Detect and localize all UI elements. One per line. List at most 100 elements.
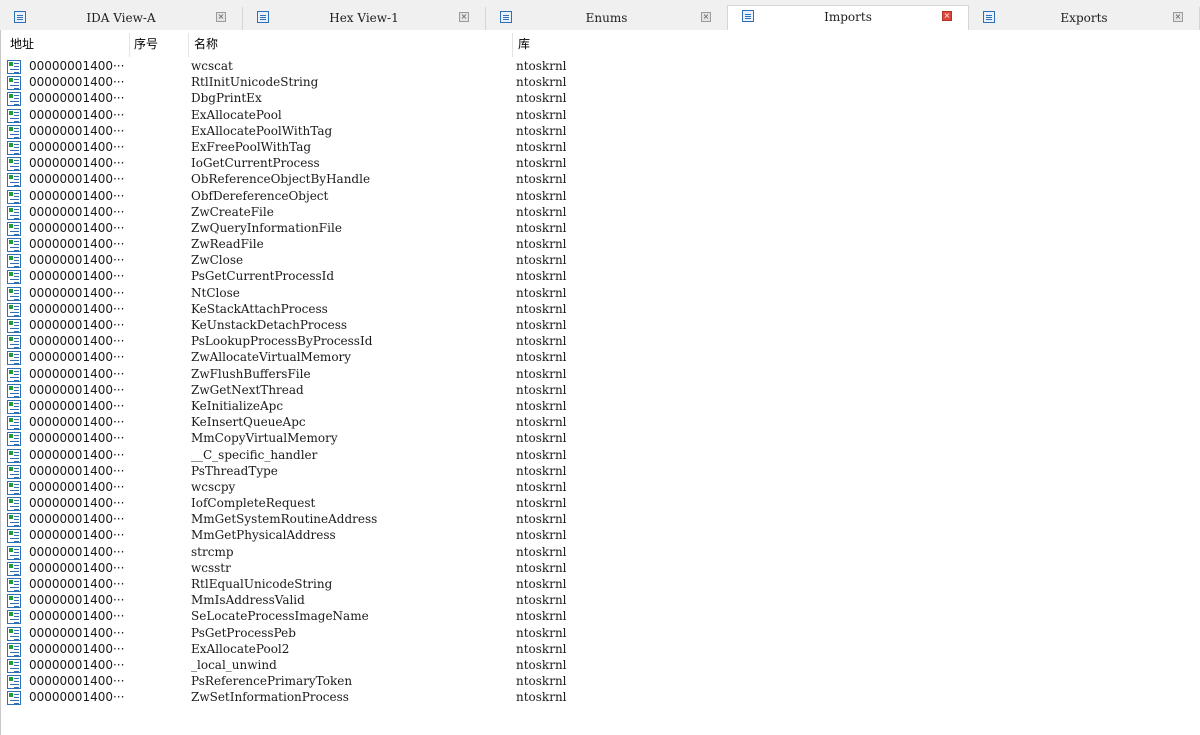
table-row[interactable]: 00000001400··· KeStackAttachProcess ntoskr… — [1, 302, 1200, 318]
import-function-icon — [7, 432, 21, 447]
table-row[interactable]: 00000001400··· MmCopyVirtualMemory ntoskrn… — [1, 431, 1200, 447]
import-library: ntoskrnl — [516, 431, 567, 446]
import-library: ntoskrnl — [516, 415, 567, 430]
import-address: 00000001400··· — [29, 318, 125, 332]
table-row[interactable]: 00000001400··· ExFreePoolWithTag ntoskrnl — [1, 140, 1200, 156]
import-function-icon — [7, 351, 21, 366]
table-row[interactable]: 00000001400··· ZwSetInformationProcess nto… — [1, 690, 1200, 706]
table-row[interactable]: 00000001400··· DbgPrintEx ntoskrnl — [1, 91, 1200, 107]
import-function-icon — [7, 92, 21, 107]
table-row[interactable]: 00000001400··· ZwAllocateVirtualMemory nto… — [1, 350, 1200, 366]
table-row[interactable]: 00000001400··· wcscat ntoskrnl — [1, 59, 1200, 75]
import-name: RtlInitUnicodeString — [191, 75, 319, 90]
table-row[interactable]: 00000001400··· PsLookupProcessByProcessId… — [1, 334, 1200, 350]
import-name: MmCopyVirtualMemory — [191, 431, 338, 446]
import-library: ntoskrnl — [516, 512, 567, 527]
import-name: wcscpy — [191, 479, 236, 494]
table-row[interactable]: 00000001400··· ExAllocatePool2 ntoskrnl — [1, 642, 1200, 658]
column-header-address[interactable]: 地址 — [10, 35, 34, 53]
table-row[interactable]: 00000001400··· IoGetCurrentProcess ntoskrn… — [1, 156, 1200, 172]
import-address: 00000001400··· — [29, 512, 125, 527]
table-row[interactable]: 00000001400··· NtClose ntoskrnl — [1, 286, 1200, 302]
import-address: 00000001400··· — [29, 220, 125, 235]
table-row[interactable]: 00000001400··· MmGetSystemRoutineAddress n… — [1, 512, 1200, 528]
column-divider[interactable] — [129, 33, 130, 57]
table-row[interactable]: 00000001400··· KeInitializeApc ntoskrnl — [1, 399, 1200, 415]
table-row[interactable]: 00000001400··· IofCompleteRequest ntoskrnl — [1, 496, 1200, 512]
column-header-name[interactable]: 名称 — [194, 35, 218, 53]
import-library: ntoskrnl — [516, 350, 567, 365]
import-name: ExAllocatePool — [191, 107, 282, 122]
import-address: 00000001400··· — [29, 59, 125, 73]
import-library: ntoskrnl — [516, 334, 567, 349]
import-address: 00000001400··· — [29, 269, 125, 284]
import-name: __C_specific_handler — [191, 447, 318, 462]
table-row[interactable]: 00000001400··· PsGetCurrentProcessId ntosk… — [1, 269, 1200, 285]
import-library: ntoskrnl — [516, 139, 567, 154]
tab-imports[interactable]: Imports × — [727, 5, 969, 30]
tab-ida-view-a[interactable]: IDA View-A × — [0, 7, 243, 30]
import-address: 00000001400··· — [29, 123, 125, 138]
import-function-icon — [7, 205, 21, 220]
import-function-icon — [7, 173, 21, 188]
import-address: 00000001400··· — [29, 285, 125, 300]
table-row[interactable]: 00000001400··· RtlEqualUnicodeString ntosk… — [1, 577, 1200, 593]
table-row[interactable]: 00000001400··· strcmp ntoskrnl — [1, 545, 1200, 561]
table-row[interactable]: 00000001400··· PsThreadType ntoskrnl — [1, 464, 1200, 480]
import-address: 00000001400··· — [29, 560, 125, 575]
column-divider[interactable] — [512, 33, 513, 57]
close-icon[interactable]: × — [1173, 12, 1183, 22]
table-row[interactable]: 00000001400··· KeUnstackDetachProcess ntos… — [1, 318, 1200, 334]
column-divider[interactable] — [188, 33, 189, 57]
tab-hex-view-1[interactable]: Hex View-1 × — [243, 7, 486, 30]
table-row[interactable]: 00000001400··· ZwQueryInformationFile ntos… — [1, 221, 1200, 237]
close-icon[interactable]: × — [942, 11, 952, 21]
table-row[interactable]: 00000001400··· PsGetProcessPeb ntoskrnl — [1, 626, 1200, 642]
import-library: ntoskrnl — [516, 75, 567, 90]
import-function-icon — [7, 594, 21, 609]
table-row[interactable]: 00000001400··· SeLocateProcessImageName nt… — [1, 609, 1200, 625]
table-row[interactable]: 00000001400··· ExAllocatePoolWithTag ntosk… — [1, 124, 1200, 140]
import-library: ntoskrnl — [516, 366, 567, 381]
table-row[interactable]: 00000001400··· ZwReadFile ntoskrnl — [1, 237, 1200, 253]
table-row[interactable]: 00000001400··· wcscpy ntoskrnl — [1, 480, 1200, 496]
import-library: ntoskrnl — [516, 172, 567, 187]
import-library: ntoskrnl — [516, 560, 567, 575]
tab-exports[interactable]: Exports × — [969, 7, 1200, 30]
import-library: ntoskrnl — [516, 479, 567, 494]
table-row[interactable]: 00000001400··· KeInsertQueueApc ntoskrnl — [1, 415, 1200, 431]
import-library: ntoskrnl — [516, 447, 567, 462]
table-row[interactable]: 00000001400··· wcsstr ntoskrnl — [1, 561, 1200, 577]
table-row[interactable]: 00000001400··· MmIsAddressValid ntoskrnl — [1, 593, 1200, 609]
close-icon[interactable]: × — [216, 12, 226, 22]
table-row[interactable]: 00000001400··· __C_specific_handler ntoskr… — [1, 448, 1200, 464]
close-icon[interactable]: × — [701, 12, 711, 22]
column-header-library[interactable]: 库 — [518, 35, 530, 53]
table-row[interactable]: 00000001400··· PsReferencePrimaryToken nto… — [1, 674, 1200, 690]
table-row[interactable]: 00000001400··· ZwFlushBuffersFile ntoskrnl — [1, 367, 1200, 383]
import-name: ObfDereferenceObject — [191, 188, 329, 203]
import-function-icon — [7, 578, 21, 592]
import-address: 00000001400··· — [29, 657, 125, 672]
table-row[interactable]: 00000001400··· _local_unwind ntoskrnl — [1, 658, 1200, 674]
import-library: ntoskrnl — [516, 544, 567, 559]
import-address: 00000001400··· — [29, 415, 125, 430]
table-row[interactable]: 00000001400··· MmGetPhysicalAddress ntoskr… — [1, 528, 1200, 544]
import-name: ExAllocatePool2 — [191, 641, 290, 656]
import-name: PsGetCurrentProcessId — [191, 269, 335, 284]
table-row[interactable]: 00000001400··· ObReferenceObjectByHandle n… — [1, 172, 1200, 188]
table-row[interactable]: 00000001400··· ZwGetNextThread ntoskrnl — [1, 383, 1200, 399]
column-header-ordinal[interactable]: 序号 — [134, 35, 158, 53]
import-address: 00000001400··· — [29, 188, 125, 203]
import-function-icon — [7, 480, 21, 495]
table-row[interactable]: 00000001400··· ExAllocatePool ntoskrnl — [1, 108, 1200, 124]
import-library: ntoskrnl — [516, 657, 567, 672]
table-row[interactable]: 00000001400··· RtlInitUnicodeString ntoskr… — [1, 75, 1200, 91]
table-row[interactable]: 00000001400··· ZwClose ntoskrnl — [1, 253, 1200, 269]
close-icon[interactable]: × — [459, 12, 469, 22]
import-name: ZwFlushBuffersFile — [191, 366, 311, 381]
imports-list[interactable]: 地址 序号 名称 库 00000001400··· wcscat ntoskrnl 0… — [0, 30, 1200, 735]
table-row[interactable]: 00000001400··· ObfDereferenceObject ntoskr… — [1, 189, 1200, 205]
table-row[interactable]: 00000001400··· ZwCreateFile ntoskrnl — [1, 205, 1200, 221]
tab-enums[interactable]: Enums × — [486, 7, 728, 30]
